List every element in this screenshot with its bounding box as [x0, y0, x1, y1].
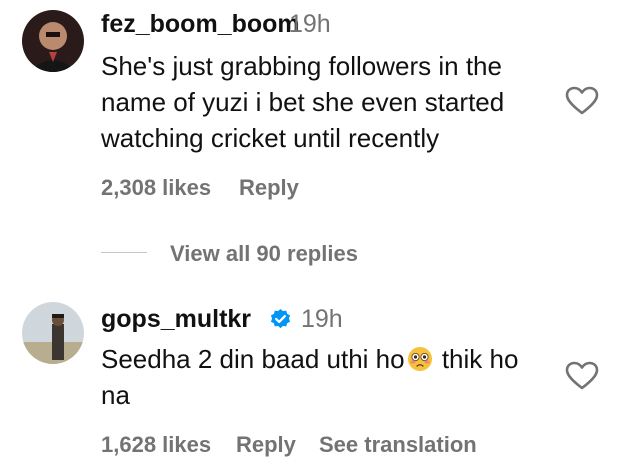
reply-button[interactable]: Reply: [236, 432, 296, 458]
timestamp: 19h: [289, 10, 331, 38]
comment-text: She's just grabbing followers in the nam…: [101, 51, 505, 153]
username[interactable]: gops_multkr: [101, 305, 251, 334]
see-translation-link[interactable]: See translation: [319, 432, 477, 458]
view-replies-link[interactable]: View all 90 replies: [170, 241, 358, 267]
avatar[interactable]: [22, 302, 84, 364]
username[interactable]: fez_boom_boom: [101, 10, 300, 39]
reply-button[interactable]: Reply: [239, 175, 299, 201]
like-count[interactable]: 2,308 likes: [101, 175, 211, 201]
comment-text-part: Seedha 2 din baad uthi ho: [101, 344, 405, 374]
avatar[interactable]: [22, 10, 84, 72]
heart-icon[interactable]: [565, 86, 599, 116]
like-count[interactable]: 1,628 likes: [101, 432, 211, 458]
comment-text: Seedha 2 din baad uthi ho thik ho na: [101, 341, 551, 413]
flushed-face-emoji: [407, 347, 432, 371]
replies-divider: [101, 252, 147, 253]
timestamp: 19h: [301, 305, 343, 333]
heart-icon[interactable]: [565, 361, 599, 391]
verified-badge-icon: [270, 308, 291, 329]
